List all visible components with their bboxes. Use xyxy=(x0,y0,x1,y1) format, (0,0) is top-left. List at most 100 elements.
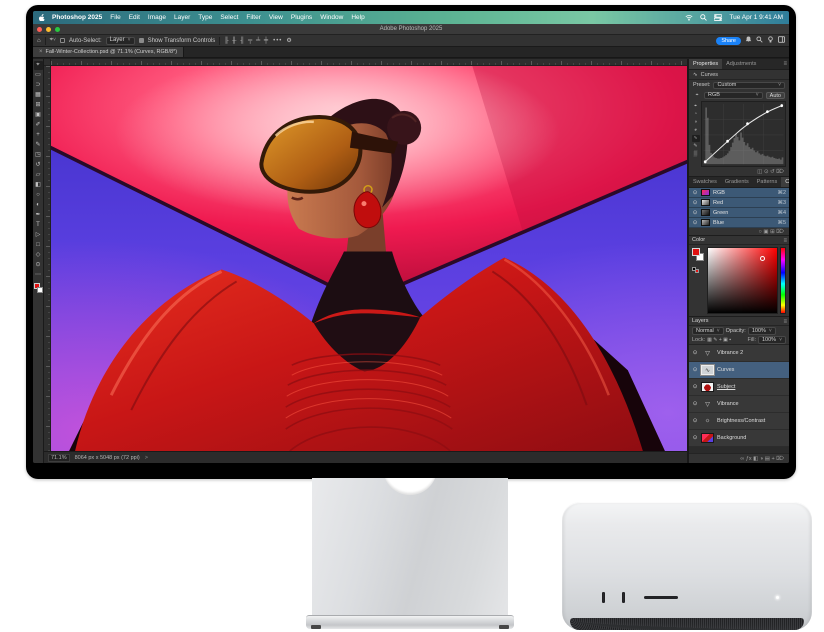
object-selection-tool-icon[interactable]: ▦ xyxy=(34,91,43,100)
properties-footer-icons[interactable]: ◫ ⊙ ↺ ⌦ xyxy=(689,168,789,177)
menu-edit[interactable]: Edit xyxy=(129,14,140,21)
background-layer-thumbnail[interactable] xyxy=(701,433,714,443)
tab-gradients[interactable]: Gradients xyxy=(721,177,753,187)
eyedropper-tool-icon[interactable]: ✐ xyxy=(34,121,43,130)
curve-tool-icon-6[interactable]: ▒ xyxy=(692,151,700,158)
frame-tool-icon[interactable]: ▣ xyxy=(34,111,43,120)
hue-slider[interactable] xyxy=(780,247,786,314)
blend-mode-dropdown[interactable]: Normal˅ xyxy=(692,327,724,335)
color-picker-ring[interactable] xyxy=(760,256,765,261)
opacity-dropdown[interactable]: 100%˅ xyxy=(748,327,776,335)
move-tool-icon[interactable]: ⌖ xyxy=(34,61,43,70)
brush-tool-icon[interactable]: ✎ xyxy=(34,141,43,150)
curve-point-3[interactable] xyxy=(766,110,769,113)
channel-row-blue[interactable]: ⊙ Blue ⌘5 xyxy=(689,218,789,228)
curves-editor[interactable] xyxy=(701,101,786,167)
menu-filter[interactable]: Filter xyxy=(246,14,260,21)
layers-footer-icons[interactable]: ∞ ƒx ◧ ◑ ▤ + ⌦ xyxy=(689,453,789,463)
visibility-eye-icon[interactable]: ⊙ xyxy=(692,210,698,216)
vertical-ruler[interactable] xyxy=(44,66,51,451)
show-transform-checkbox[interactable] xyxy=(139,38,144,43)
tab-swatches[interactable]: Swatches xyxy=(689,177,721,187)
auto-select-target-dropdown[interactable]: Layer˅ xyxy=(106,37,135,45)
visibility-eye-icon[interactable]: ⊙ xyxy=(692,200,698,206)
hand-tool-icon[interactable]: ◇ xyxy=(34,251,43,260)
layer-row-brightness-contrast[interactable]: ⊙ ☼ Brightness/Contrast xyxy=(689,413,789,430)
curve-point-4[interactable] xyxy=(780,104,783,107)
tab-properties[interactable]: Properties xyxy=(689,59,722,69)
panel-menu-icon[interactable]: ≡ xyxy=(783,61,787,67)
visibility-eye-icon[interactable]: ⊙ xyxy=(692,435,698,441)
menu-help[interactable]: Help xyxy=(351,14,364,21)
home-icon[interactable]: ⌂ xyxy=(37,38,41,44)
menu-image[interactable]: Image xyxy=(148,14,166,21)
gradient-tool-icon[interactable]: ◧ xyxy=(34,181,43,190)
zoom-level-field[interactable]: 71.1% xyxy=(48,454,70,462)
menu-view[interactable]: View xyxy=(269,14,283,21)
tab-patterns[interactable]: Patterns xyxy=(753,177,781,187)
color-panel-header[interactable]: Color ≡ xyxy=(689,236,789,245)
search-help-icon[interactable] xyxy=(756,36,763,45)
auto-select-checkbox[interactable] xyxy=(60,38,65,43)
path-selection-tool-icon[interactable]: ▷ xyxy=(34,231,43,240)
curve-tool-icon-0[interactable]: ⌖ xyxy=(692,103,700,110)
clone-stamp-tool-icon[interactable]: ◳ xyxy=(34,151,43,160)
document-tab[interactable]: × Fall-Winter-Collection.psd @ 71.1% (Cu… xyxy=(33,47,184,57)
saturation-brightness-field[interactable] xyxy=(707,247,778,314)
canvas-artwork[interactable] xyxy=(51,66,687,451)
curve-tool-icon-4[interactable]: ∿ xyxy=(692,135,700,142)
share-button[interactable]: Share xyxy=(716,37,741,45)
more-options-icon[interactable]: ••• xyxy=(273,38,282,44)
visibility-eye-icon[interactable]: ⊙ xyxy=(692,220,698,226)
menu-type[interactable]: Type xyxy=(198,14,212,21)
layers-panel-header[interactable]: Layers ≡ xyxy=(689,317,789,326)
healing-brush-tool-icon[interactable]: + xyxy=(34,131,43,140)
window-title-bar[interactable]: Adobe Photoshop 2025 xyxy=(33,24,789,35)
horizontal-ruler[interactable] xyxy=(51,59,687,66)
curve-tool-icon-3[interactable]: ◕ xyxy=(692,127,700,134)
layer-row-background[interactable]: ⊙ Background xyxy=(689,430,789,447)
move-tool-options-icon[interactable]: ⌖˅ xyxy=(50,37,56,44)
workspace-settings-gear-icon[interactable]: ⚙ xyxy=(286,37,291,44)
panel-menu-icon[interactable]: ≡ xyxy=(783,238,787,244)
blur-tool-icon[interactable]: ○ xyxy=(34,191,43,200)
control-center-icon[interactable] xyxy=(714,14,722,21)
channel-dropdown[interactable]: RGB˅ xyxy=(704,92,763,99)
visibility-eye-icon[interactable]: ⊙ xyxy=(692,190,698,196)
apple-logo-icon[interactable] xyxy=(39,14,45,21)
status-chevron-icon[interactable]: > xyxy=(145,455,148,461)
curve-point-1[interactable] xyxy=(726,140,729,143)
dodge-tool-icon[interactable]: ◐ xyxy=(34,201,43,210)
shape-tool-icon[interactable]: □ xyxy=(34,241,43,250)
visibility-eye-icon[interactable]: ⊙ xyxy=(692,418,698,424)
background-color-swatch[interactable] xyxy=(37,287,43,293)
tab-channels[interactable]: Channels xyxy=(781,177,789,187)
eraser-tool-icon[interactable]: ▱ xyxy=(34,171,43,180)
toolbar-more-icon[interactable]: ⋯ xyxy=(34,271,43,280)
wifi-icon[interactable] xyxy=(685,14,693,21)
layer-row-vibrance-2[interactable]: ⊙ ▽ Vibrance 2 xyxy=(689,345,789,362)
preset-dropdown[interactable]: Custom˅ xyxy=(713,82,785,89)
targeted-adjustment-icon[interactable]: ⌖ xyxy=(693,92,701,99)
menu-plugins[interactable]: Plugins xyxy=(291,14,312,21)
menu-bar-clock[interactable]: Tue Apr 1 9:41 AM xyxy=(729,14,783,21)
pen-tool-icon[interactable]: ✒ xyxy=(34,211,43,220)
layer-row-subject[interactable]: ⊙ Subject xyxy=(689,379,789,396)
zoom-tool-icon[interactable]: ⊙ xyxy=(34,261,43,270)
channel-row-green[interactable]: ⊙ Green ⌘4 xyxy=(689,208,789,218)
channel-row-red[interactable]: ⊙ Red ⌘3 xyxy=(689,198,789,208)
close-tab-icon[interactable]: × xyxy=(39,49,43,55)
auto-button[interactable]: Auto xyxy=(766,92,785,99)
menu-layer[interactable]: Layer xyxy=(174,14,190,21)
layer-row-curves[interactable]: ⊙ ∿ Curves xyxy=(689,362,789,379)
menu-select[interactable]: Select xyxy=(220,14,238,21)
curve-tool-icon-1[interactable]: ◔ xyxy=(692,111,700,118)
visibility-eye-icon[interactable]: ⊙ xyxy=(692,367,698,373)
visibility-eye-icon[interactable]: ⊙ xyxy=(692,350,698,356)
default-colors-icon[interactable] xyxy=(692,267,699,273)
history-brush-tool-icon[interactable]: ↺ xyxy=(34,161,43,170)
fill-dropdown[interactable]: 100%˅ xyxy=(758,336,786,344)
channels-footer-icons[interactable]: ○ ▣ ⊞ ⌦ xyxy=(689,228,789,236)
menu-file[interactable]: File xyxy=(110,14,120,21)
notifications-bell-icon[interactable] xyxy=(745,36,752,45)
